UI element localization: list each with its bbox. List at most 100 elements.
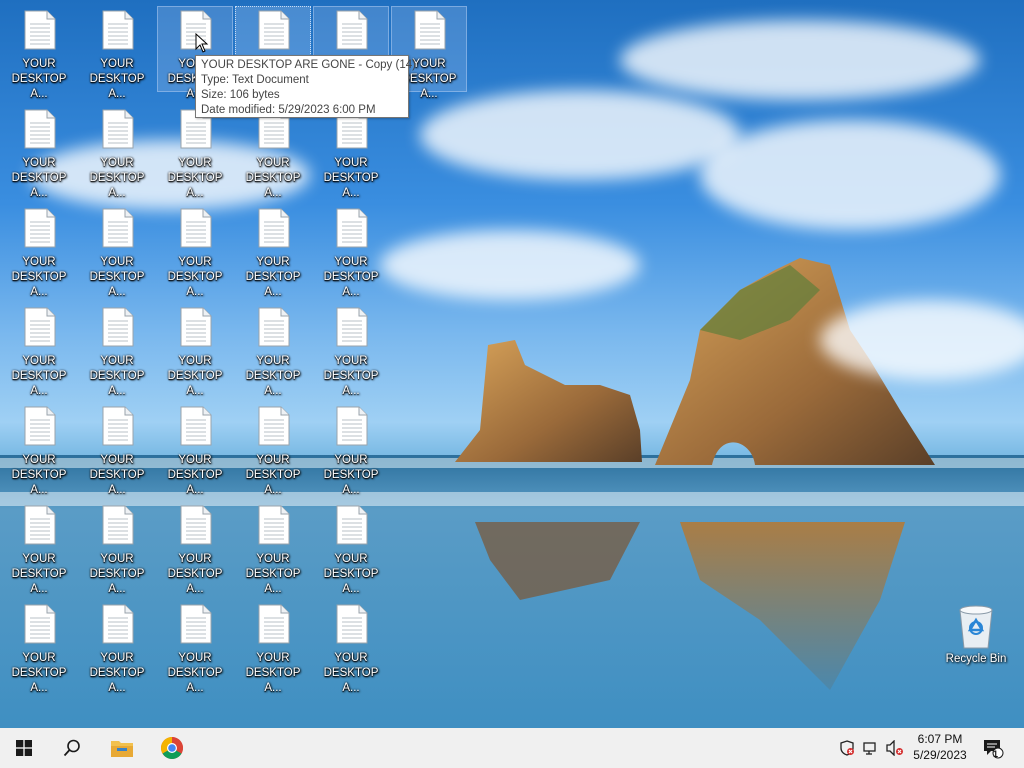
volume-muted-icon xyxy=(886,740,903,756)
text-document-icon xyxy=(336,10,368,50)
text-document-icon xyxy=(258,505,290,545)
desktop-file-icon[interactable]: YOUR DESKTOP A... xyxy=(1,6,77,100)
desktop-file-icon[interactable]: YOUR DESKTOP A... xyxy=(313,501,389,595)
desktop-file-label: YOUR DESKTOP A... xyxy=(167,256,223,298)
text-document-icon xyxy=(24,208,56,248)
clock-time: 6:07 PM xyxy=(917,732,963,746)
desktop-file-label: YOUR DESKTOP A... xyxy=(245,454,301,496)
network-tray-button[interactable] xyxy=(860,728,882,768)
file-explorer-button[interactable] xyxy=(98,728,146,768)
desktop-file-icon[interactable]: YOUR DESKTOP A... xyxy=(313,303,389,397)
notification-count: 1 xyxy=(993,749,999,759)
desktop-file-label: YOUR DESKTOP A... xyxy=(89,256,145,298)
text-document-icon xyxy=(336,406,368,446)
tooltip-date-modified: Date modified: 5/29/2023 6:00 PM xyxy=(201,104,376,116)
desktop-file-label: YOUR DESKTOP A... xyxy=(89,157,145,199)
desktop-file-icon[interactable]: YOUR DESKTOP A... xyxy=(1,600,77,694)
desktop-file-label: YOUR DESKTOP A... xyxy=(167,355,223,397)
tooltip-size: Size: 106 bytes xyxy=(201,89,280,101)
notification-center-button[interactable]: 1 xyxy=(978,728,1008,768)
text-document-icon xyxy=(24,307,56,347)
desktop-file-icon[interactable]: YOUR DESKTOP A... xyxy=(1,204,77,298)
desktop-file-label: YOUR DESKTOP A... xyxy=(11,454,67,496)
text-document-icon xyxy=(24,604,56,644)
desktop[interactable]: YOUR DESKTOP A... YOUR DESKTOP A... YOUR D… xyxy=(0,0,1024,728)
start-icon xyxy=(16,740,32,756)
desktop-file-icon[interactable]: YOUR DESKTOP A... xyxy=(313,600,389,694)
desktop-file-label: YOUR DESKTOP A... xyxy=(89,553,145,595)
text-document-icon xyxy=(24,505,56,545)
desktop-file-icon[interactable]: YOUR DESKTOP A... xyxy=(79,600,155,694)
search-button[interactable] xyxy=(48,728,96,768)
recycle-bin[interactable]: Recycle Bin xyxy=(944,602,1008,670)
desktop-file-icon[interactable]: YOUR DESKTOP A... xyxy=(235,204,311,298)
recycle-bin-icon xyxy=(959,605,993,649)
desktop-file-icon[interactable]: YOUR DESKTOP A... xyxy=(79,204,155,298)
desktop-file-icon[interactable]: YOUR DESKTOP A... xyxy=(79,501,155,595)
text-document-icon xyxy=(258,406,290,446)
desktop-file-label: YOUR DESKTOP A... xyxy=(167,157,223,199)
desktop-file-label: YOUR DESKTOP A... xyxy=(89,652,145,694)
desktop-file-label: YOUR DESKTOP A... xyxy=(89,58,145,100)
text-document-icon xyxy=(180,406,212,446)
text-document-icon xyxy=(102,208,134,248)
desktop-file-icon[interactable]: YOUR DESKTOP A... xyxy=(235,501,311,595)
tooltip-type: Type: Text Document xyxy=(201,74,309,86)
tooltip-filename: YOUR DESKTOP ARE GONE - Copy (14) xyxy=(201,59,416,71)
desktop-file-label: YOUR DESKTOP A... xyxy=(245,553,301,595)
desktop-file-icon[interactable]: YOUR DESKTOP A... xyxy=(79,303,155,397)
text-document-icon xyxy=(180,208,212,248)
desktop-file-icon[interactable]: YOUR DESKTOP A... xyxy=(313,402,389,496)
desktop-file-label: YOUR DESKTOP A... xyxy=(89,355,145,397)
desktop-file-icon[interactable]: YOUR DESKTOP A... xyxy=(235,402,311,496)
file-tooltip: YOUR DESKTOP ARE GONE - Copy (14) Type: … xyxy=(195,55,416,118)
text-document-icon xyxy=(336,505,368,545)
desktop-file-icon[interactable]: YOUR DESKTOP A... xyxy=(235,600,311,694)
desktop-file-icon[interactable]: YOUR DESKTOP A... xyxy=(1,501,77,595)
desktop-file-icon[interactable]: YOUR DESKTOP A... xyxy=(157,600,233,694)
desktop-file-label: YOUR DESKTOP A... xyxy=(11,256,67,298)
desktop-file-label: YOUR DESKTOP A... xyxy=(323,553,379,595)
desktop-file-label: YOUR DESKTOP A... xyxy=(245,256,301,298)
text-document-icon xyxy=(102,10,134,50)
desktop-file-label: YOUR DESKTOP A... xyxy=(323,157,379,199)
clock-date: 5/29/2023 xyxy=(913,748,967,762)
security-tray-button[interactable] xyxy=(836,728,858,768)
desktop-file-label: YOUR DESKTOP A... xyxy=(167,553,223,595)
text-document-icon xyxy=(258,10,290,50)
desktop-file-icon[interactable]: YOUR DESKTOP A... xyxy=(313,204,389,298)
desktop-file-icon[interactable]: YOUR DESKTOP A... xyxy=(157,501,233,595)
text-document-icon xyxy=(180,604,212,644)
desktop-file-icon[interactable]: YOUR DESKTOP A... xyxy=(79,105,155,199)
desktop-file-icon[interactable]: YOUR DESKTOP A... xyxy=(235,303,311,397)
desktop-file-icon[interactable]: YOUR DESKTOP A... xyxy=(157,303,233,397)
desktop-file-label: YOUR DESKTOP A... xyxy=(323,256,379,298)
text-document-icon xyxy=(258,604,290,644)
desktop-file-icon[interactable]: YOUR DESKTOP A... xyxy=(157,402,233,496)
start-button[interactable] xyxy=(0,728,48,768)
desktop-file-icon[interactable]: YOUR DESKTOP A... xyxy=(1,303,77,397)
desktop-file-label: YOUR DESKTOP A... xyxy=(245,355,301,397)
desktop-file-icon[interactable]: YOUR DESKTOP A... xyxy=(1,105,77,199)
desktop-file-icon[interactable]: YOUR DESKTOP A... xyxy=(79,6,155,100)
text-document-icon xyxy=(336,208,368,248)
taskbar: 6:07 PM 5/29/2023 1 xyxy=(0,728,1024,768)
desktop-file-label: YOUR DESKTOP A... xyxy=(323,355,379,397)
text-document-icon xyxy=(258,208,290,248)
chrome-icon xyxy=(161,737,183,759)
desktop-file-icon[interactable]: YOUR DESKTOP A... xyxy=(1,402,77,496)
desktop-file-label: YOUR DESKTOP A... xyxy=(11,652,67,694)
chrome-button[interactable] xyxy=(148,728,196,768)
taskbar-clock[interactable]: 6:07 PM 5/29/2023 xyxy=(905,731,975,763)
desktop-file-label: YOUR DESKTOP A... xyxy=(11,553,67,595)
desktop-file-icon[interactable]: YOUR DESKTOP A... xyxy=(157,204,233,298)
text-document-icon xyxy=(24,10,56,50)
search-icon xyxy=(63,739,80,757)
desktop-file-icon[interactable]: YOUR DESKTOP A... xyxy=(79,402,155,496)
desktop-file-label: YOUR DESKTOP A... xyxy=(323,454,379,496)
text-document-icon xyxy=(102,604,134,644)
text-document-icon xyxy=(102,109,134,149)
text-document-icon xyxy=(102,406,134,446)
volume-tray-button[interactable] xyxy=(884,728,906,768)
desktop-file-label: YOUR DESKTOP A... xyxy=(11,58,67,100)
